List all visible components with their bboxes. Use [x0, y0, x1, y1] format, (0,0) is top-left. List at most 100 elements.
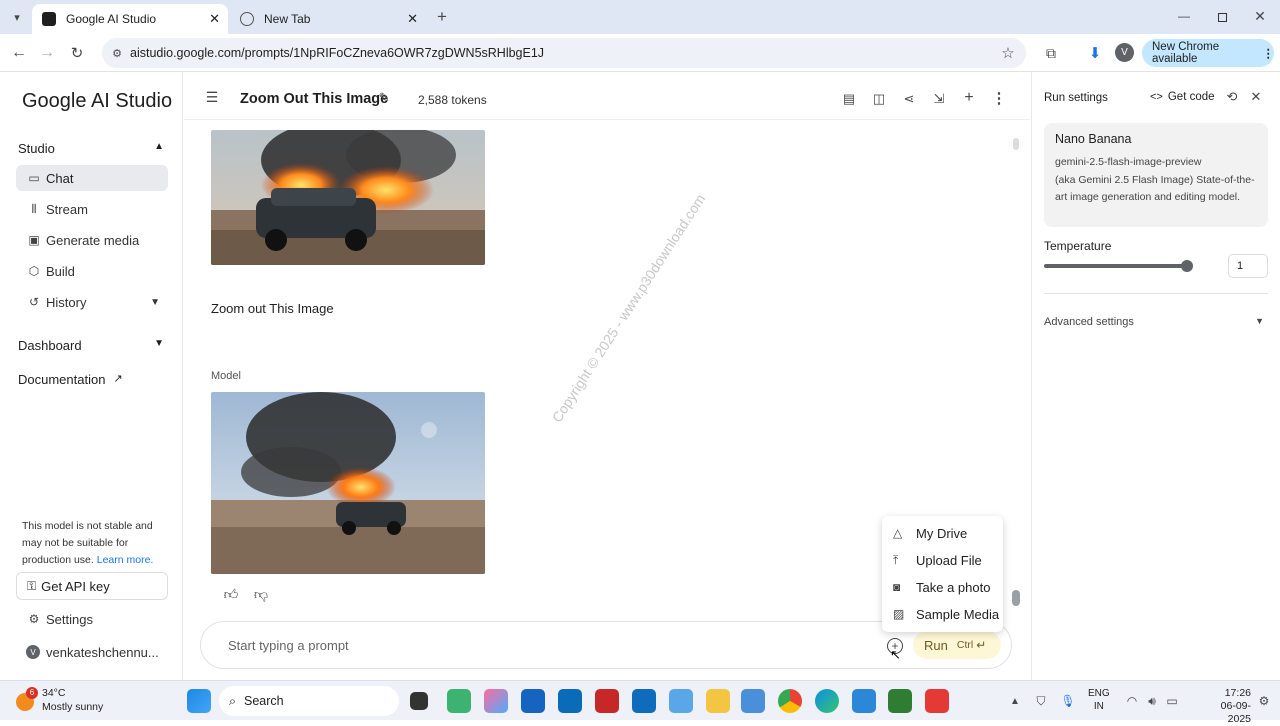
close-tab-icon[interactable]: ✕	[209, 11, 220, 27]
advanced-settings-toggle[interactable]: Advanced settings ▼	[1044, 316, 1264, 328]
reset-icon[interactable]: ⟲	[1224, 89, 1240, 105]
notepad-icon[interactable]	[741, 689, 765, 713]
run-label: Run	[924, 637, 948, 653]
menu-item-upload-file[interactable]: ⤒ Upload File	[882, 547, 1003, 573]
battery-icon[interactable]: ▭	[1164, 692, 1180, 710]
collapse-sidebar-icon[interactable]: ☰	[203, 88, 221, 106]
studio-section-header[interactable]: Studio ▲	[18, 141, 164, 156]
notification-icon[interactable]: ⚙	[1256, 692, 1272, 710]
run-settings-panel: Run settings <> Get code ⟲ ✕ Nano Banana…	[1031, 72, 1280, 680]
copilot-icon[interactable]	[484, 689, 508, 713]
thumbs-down-icon[interactable]: 👎︎	[252, 585, 270, 603]
search-icon: ⌕	[229, 693, 237, 708]
close-tab-icon[interactable]: ✕	[407, 11, 418, 27]
clock[interactable]: 17:26 06-09-2025	[1205, 687, 1251, 726]
close-window-icon[interactable]: ✕	[1250, 6, 1270, 26]
new-chat-plus-icon[interactable]: +	[960, 89, 978, 107]
thumbs-up-icon[interactable]: 👍︎	[222, 585, 240, 603]
user-account[interactable]: V venkateshchennu...	[16, 639, 168, 665]
restore-icon[interactable]	[1212, 7, 1232, 27]
app-m-icon[interactable]	[447, 689, 471, 713]
api-key-label: Get API key	[41, 578, 110, 594]
sidebar-item-settings[interactable]: ⚙ Settings	[16, 606, 168, 632]
menu-item-take-photo[interactable]: ◙ Take a photo	[882, 574, 1003, 600]
sidebar-item-stream[interactable]: ⦀ Stream	[16, 196, 168, 222]
ai-studio-favicon	[42, 12, 56, 26]
sidebar-item-history[interactable]: ↺ History ▼	[16, 289, 168, 315]
microphone-icon[interactable]: 🎙︎	[1060, 692, 1076, 710]
tab-search-icon[interactable]: ▾	[8, 9, 26, 25]
clipboard-icon[interactable]: ▤	[840, 90, 858, 108]
edge-icon[interactable]	[815, 689, 839, 713]
menu-item-my-drive[interactable]: △ My Drive	[882, 520, 1003, 546]
profile-avatar[interactable]: V	[1115, 43, 1134, 62]
wifi-icon[interactable]: ◠	[1124, 692, 1140, 710]
sidebar-item-label: Build	[46, 263, 75, 279]
store-icon[interactable]	[521, 689, 545, 713]
weather-widget[interactable]: 6 34°C Mostly sunny	[12, 685, 162, 717]
reload-icon[interactable]: ↻	[66, 42, 88, 64]
sidebar-item-label: Chat	[46, 170, 74, 186]
new-chrome-available-button[interactable]: New Chrome available ⋮	[1142, 39, 1274, 67]
download-icon[interactable]: ⬇	[1084, 42, 1106, 64]
forward-icon[interactable]: →	[36, 42, 58, 64]
show-hidden-icons-icon[interactable]: ▲	[1007, 693, 1023, 709]
sidebar-item-label: Stream	[46, 201, 88, 217]
model-name: Nano Banana	[1055, 132, 1132, 146]
photos-icon[interactable]	[669, 689, 693, 713]
chrome-icon[interactable]	[778, 689, 802, 713]
menu-item-label: My Drive	[916, 525, 968, 541]
tab-new-tab[interactable]: New Tab ✕	[230, 4, 426, 34]
get-api-key-button[interactable]: ⚿ Get API key	[16, 572, 168, 600]
site-info-icon[interactable]: ⚙	[110, 46, 124, 60]
documentation-link[interactable]: Documentation ↗	[18, 372, 164, 387]
compress-icon[interactable]: ⇲	[930, 90, 948, 108]
scrollbar-thumb[interactable]	[1012, 590, 1020, 606]
share-icon[interactable]: ⋖	[900, 90, 918, 108]
paint-icon[interactable]	[852, 689, 876, 713]
taskbar-search-box[interactable]: ⌕ Search	[219, 686, 399, 716]
compare-icon[interactable]: ◫	[870, 90, 888, 108]
bookmark-star-icon[interactable]: ☆	[998, 43, 1018, 63]
language-indicator[interactable]: ENG IN	[1088, 687, 1110, 713]
prompt-input[interactable]: Start typing a prompt	[228, 638, 349, 653]
temperature-input[interactable]: 1	[1228, 254, 1268, 278]
more-options-icon[interactable]: ⋮	[990, 89, 1008, 107]
scrollbar-thumb-top[interactable]	[1013, 138, 1019, 150]
file-explorer-icon[interactable]	[706, 689, 730, 713]
get-code-button[interactable]: <> Get code	[1150, 91, 1215, 103]
model-card[interactable]: Nano Banana gemini-2.5-flash-image-previ…	[1044, 123, 1268, 227]
slider-thumb[interactable]	[1181, 260, 1193, 272]
learn-more-link[interactable]: Learn more.	[97, 554, 154, 566]
tab-ai-studio[interactable]: Google AI Studio ✕	[32, 4, 228, 34]
security-icon[interactable]: ⛉	[1032, 692, 1050, 710]
close-panel-icon[interactable]: ✕	[1248, 89, 1264, 105]
chevron-down-icon: ▼	[150, 296, 160, 308]
extensions-icon[interactable]: ⧉	[1040, 42, 1062, 64]
advanced-settings-label: Advanced settings	[1044, 316, 1134, 328]
new-tab-plus-icon[interactable]: +	[432, 7, 452, 26]
chat-icon: ▭	[28, 171, 40, 185]
url-field[interactable]: ⚙ aistudio.google.com/prompts/1NpRIFoCZn…	[102, 38, 1026, 68]
dashboard-section[interactable]: Dashboard ▼	[18, 338, 164, 353]
sidebar-item-build[interactable]: ⬡ Build	[16, 258, 168, 284]
edit-title-icon[interactable]: ✎	[376, 90, 392, 106]
recorder-icon[interactable]	[925, 689, 949, 713]
mcafee-icon[interactable]	[595, 689, 619, 713]
sidebar-item-chat[interactable]: ▭ Chat	[16, 165, 168, 191]
minimize-icon[interactable]: —	[1174, 6, 1194, 26]
outlook-icon[interactable]	[632, 689, 656, 713]
back-icon[interactable]: ←	[8, 42, 30, 64]
volume-icon[interactable]: 🔊︎	[1144, 692, 1160, 710]
history-icon: ↺	[28, 295, 40, 309]
scrollbar[interactable]	[1013, 138, 1019, 608]
windows-start-icon[interactable]	[187, 689, 211, 713]
dell-icon[interactable]	[558, 689, 582, 713]
run-button[interactable]: Run Ctrl ↵	[913, 631, 1001, 659]
menu-item-sample-media[interactable]: ▨ Sample Media	[882, 601, 1003, 627]
task-view-icon[interactable]	[410, 692, 428, 710]
camtasia-icon[interactable]	[888, 689, 912, 713]
sidebar-item-generate-media[interactable]: ▣ Generate media	[16, 227, 168, 253]
weather-desc: Mostly sunny	[42, 701, 104, 713]
model-stability-notice: This model is not stable and may not be …	[22, 518, 162, 569]
